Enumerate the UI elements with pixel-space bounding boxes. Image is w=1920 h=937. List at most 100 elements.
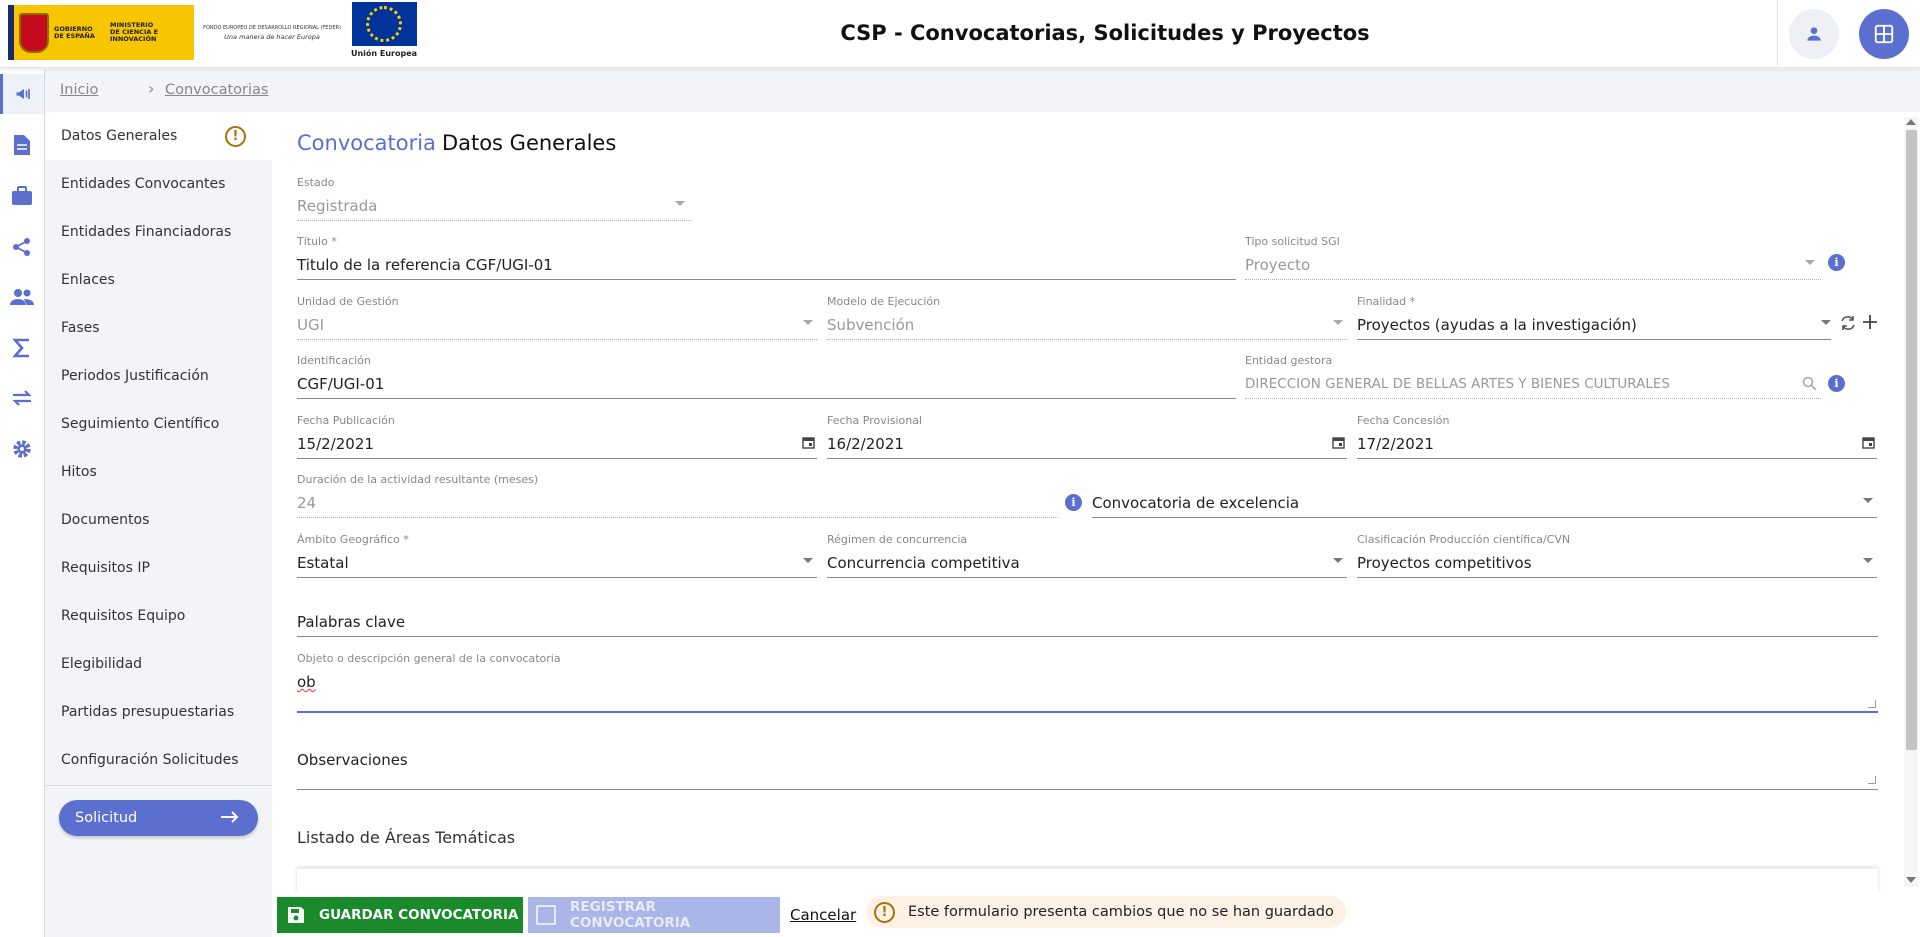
breadcrumb-convocatorias-link[interactable]: Convocatorias (165, 82, 268, 98)
tipo-solicitud-select[interactable]: Tipo solicitud SGI Proyecto i (1245, 235, 1845, 280)
estado-select[interactable]: Estado Registrada (297, 176, 691, 221)
nav-item-seguimiento-cientifico[interactable]: Seguimiento Científico (45, 400, 272, 448)
info-icon[interactable]: i (1828, 375, 1845, 392)
gobierno-espana-logo: GOBIERNO DE ESPAÑA MINISTERIO DE CIENCIA… (8, 5, 194, 60)
chevron-down-icon (1863, 498, 1873, 503)
chevron-down-icon (1805, 260, 1815, 265)
fecha-publicacion-label: Fecha Publicación (297, 414, 395, 427)
calendar-icon[interactable] (802, 436, 815, 449)
palabras-clave-input[interactable]: Palabras clave (297, 592, 1878, 637)
areas-tematicas-table (297, 868, 1878, 892)
titulo-input[interactable]: Título * Titulo de la referencia CGF/UGI… (297, 235, 1236, 280)
rail-convocatorias[interactable] (0, 74, 44, 114)
palabras-clave-label: Palabras clave (297, 613, 406, 631)
rail-proyectos[interactable] (0, 176, 44, 216)
nav-item-entidades-financiadoras[interactable]: Entidades Financiadoras (45, 208, 272, 256)
modelo-ejecucion-value: Subvención (827, 316, 915, 334)
coat-of-arms-icon (19, 12, 49, 53)
registrar-convocatoria-label: REGISTRAR CONVOCATORIA (570, 899, 691, 931)
nav-item-configuracion-solicitudes[interactable]: Configuración Solicitudes (45, 736, 272, 784)
nav-item-label: Configuración Solicitudes (61, 752, 239, 768)
arrow-right-icon (221, 811, 239, 823)
chevron-down-icon (1821, 320, 1831, 325)
entidad-gestora-input[interactable]: Entidad gestora DIRECCION GENERAL DE BEL… (1245, 354, 1845, 399)
nav-item-fases[interactable]: Fases (45, 304, 272, 352)
scroll-up-icon[interactable] (1906, 119, 1916, 125)
nav-item-entidades-convocantes[interactable]: Entidades Convocantes (45, 160, 272, 208)
observaciones-textarea[interactable]: Observaciones (297, 730, 1878, 792)
nav-item-elegibilidad[interactable]: Elegibilidad (45, 640, 272, 688)
duracion-input[interactable]: Duración de la actividad resultante (mes… (297, 473, 1082, 518)
fecha-provisional-input[interactable]: Fecha Provisional 16/2/2021 (827, 414, 1347, 459)
modelo-ejecucion-select[interactable]: Modelo de Ejecución Subvención (827, 295, 1347, 340)
nav-item-label: Seguimiento Científico (61, 416, 220, 432)
nav-item-datos-generales[interactable]: Datos Generales ! (45, 112, 272, 160)
convocatoria-excelencia-select[interactable]: Convocatoria de excelencia (1092, 473, 1877, 518)
warning-icon: ! (225, 126, 246, 147)
add-icon[interactable] (1863, 315, 1877, 329)
rail-configuracion[interactable] (0, 429, 44, 469)
estado-value: Registrada (297, 197, 378, 215)
titulo-value: Titulo de la referencia CGF/UGI-01 (297, 256, 553, 274)
entidad-gestora-label: Entidad gestora (1245, 354, 1333, 367)
info-icon[interactable]: i (1065, 494, 1082, 511)
registrar-convocatoria-button[interactable]: REGISTRAR CONVOCATORIA (528, 897, 780, 933)
nav-item-requisitos-ip[interactable]: Requisitos IP (45, 544, 272, 592)
scroll-down-icon[interactable] (1906, 877, 1916, 883)
nav-item-hitos[interactable]: Hitos (45, 448, 272, 496)
rail-intercambio[interactable] (0, 378, 44, 418)
unidad-gestion-select[interactable]: Unidad de Gestión UGI (297, 295, 817, 340)
nav-item-documentos[interactable]: Documentos (45, 496, 272, 544)
nav-item-partidas-presupuestarias[interactable]: Partidas presupuestarias (45, 688, 272, 736)
resize-handle[interactable] (1868, 776, 1876, 784)
nav-item-label: Requisitos Equipo (61, 608, 186, 624)
briefcase-icon (12, 186, 32, 205)
identificacion-input[interactable]: Identificación CGF/UGI-01 (297, 354, 1236, 399)
objeto-textarea[interactable]: Objeto o descripción general de la convo… (297, 652, 1878, 714)
guardar-convocatoria-button[interactable]: GUARDAR CONVOCATORIA (277, 897, 523, 933)
calendar-icon[interactable] (1332, 436, 1345, 449)
finalidad-select[interactable]: Finalidad * Proyectos (ayudas a la inves… (1357, 295, 1877, 340)
solicitud-button[interactable]: Solicitud (59, 800, 258, 836)
calendar-icon[interactable] (1862, 436, 1875, 449)
nav-item-enlaces[interactable]: Enlaces (45, 256, 272, 304)
clasificacion-produccion-label: Clasificación Producción científica/CVN (1357, 533, 1571, 546)
objeto-label: Objeto o descripción general de la convo… (297, 652, 561, 665)
resize-handle[interactable] (1868, 700, 1876, 708)
breadcrumb-home-link[interactable]: Inicio (60, 82, 98, 98)
nav-item-label: Entidades Financiadoras (61, 224, 232, 240)
fecha-concesion-input[interactable]: Fecha Concesión 17/2/2021 (1357, 414, 1877, 459)
finalidad-label: Finalidad * (1357, 295, 1416, 308)
rail-solicitudes[interactable] (0, 125, 44, 165)
save-icon (288, 907, 304, 923)
cancel-link[interactable]: Cancelar (790, 906, 856, 924)
fecha-concesion-value: 17/2/2021 (1357, 435, 1434, 453)
clasificacion-produccion-select[interactable]: Clasificación Producción científica/CVN … (1357, 533, 1877, 578)
nav-item-requisitos-equipo[interactable]: Requisitos Equipo (45, 592, 272, 640)
rail-compartir[interactable] (0, 227, 44, 267)
apps-menu-button[interactable] (1859, 9, 1909, 59)
user-menu-button[interactable] (1789, 9, 1839, 59)
duracion-label: Duración de la actividad resultante (mes… (297, 473, 539, 486)
feder-line-1: FONDO EUROPEO DE DESARROLLO REGIONAL (FE… (203, 24, 341, 31)
refresh-icon[interactable] (1839, 315, 1857, 331)
estado-label: Estado (297, 176, 335, 189)
rail-sumatorio[interactable] (0, 328, 44, 368)
modelo-ejecucion-label: Modelo de Ejecución (827, 295, 941, 308)
nav-item-label: Elegibilidad (61, 656, 143, 672)
fecha-publicacion-input[interactable]: Fecha Publicación 15/2/2021 (297, 414, 817, 459)
regimen-concurrencia-select[interactable]: Régimen de concurrencia Concurrencia com… (827, 533, 1347, 578)
fecha-provisional-value: 16/2/2021 (827, 435, 904, 453)
chevron-down-icon (803, 558, 813, 563)
scrollbar-thumb[interactable] (1906, 130, 1917, 750)
search-icon[interactable] (1802, 376, 1817, 391)
info-icon[interactable]: i (1828, 254, 1845, 271)
convocatoria-excelencia-label: Convocatoria de excelencia (1092, 494, 1300, 512)
ambito-geografico-select[interactable]: Ámbito Geográfico * Estatal (297, 533, 817, 578)
page-title: Convocatoria Datos Generales (297, 131, 616, 155)
chevron-down-icon (1333, 320, 1343, 325)
nav-item-periodos-justificacion[interactable]: Periodos Justificación (45, 352, 272, 400)
rail-personas[interactable] (0, 277, 44, 317)
people-icon (10, 289, 34, 305)
breadcrumb: Inicio › Convocatorias (45, 69, 1920, 112)
